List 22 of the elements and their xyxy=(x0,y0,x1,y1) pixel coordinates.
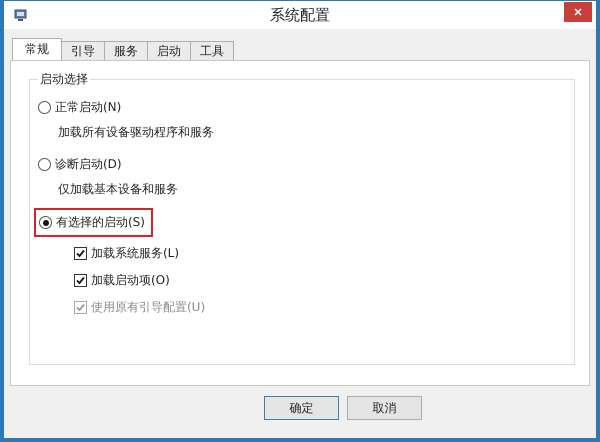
tab[interactable]: 服务 xyxy=(104,41,148,60)
tab[interactable]: 工具 xyxy=(190,41,234,60)
close-button[interactable] xyxy=(564,2,592,22)
tab[interactable]: 启动 xyxy=(147,41,191,60)
close-icon xyxy=(574,8,582,16)
check-icon xyxy=(75,302,86,313)
option-description: 仅加载基本设备和服务 xyxy=(57,181,179,198)
check-icon xyxy=(75,248,86,259)
radio-button[interactable]: 诊断启动(D) xyxy=(36,153,126,176)
checkbox[interactable]: 加载系统服务(L) xyxy=(74,245,180,262)
checkbox[interactable]: 加载启动项(O) xyxy=(74,272,170,289)
radio-button[interactable]: 有选择的启动(S) xyxy=(34,208,153,237)
cancel-button[interactable]: 取消 xyxy=(347,396,422,420)
tab[interactable]: 引导 xyxy=(61,41,105,60)
check-icon xyxy=(75,275,86,286)
option-description: 加载所有设备驱动程序和服务 xyxy=(57,124,215,141)
group-title: 启动选择 xyxy=(38,71,90,88)
monitor-icon xyxy=(14,8,27,22)
window-title: 系统配置 xyxy=(270,6,330,25)
ok-button[interactable]: 确定 xyxy=(264,396,339,420)
radio-button[interactable]: 正常启动(N) xyxy=(36,96,126,119)
tab[interactable]: 常规 xyxy=(12,38,62,60)
